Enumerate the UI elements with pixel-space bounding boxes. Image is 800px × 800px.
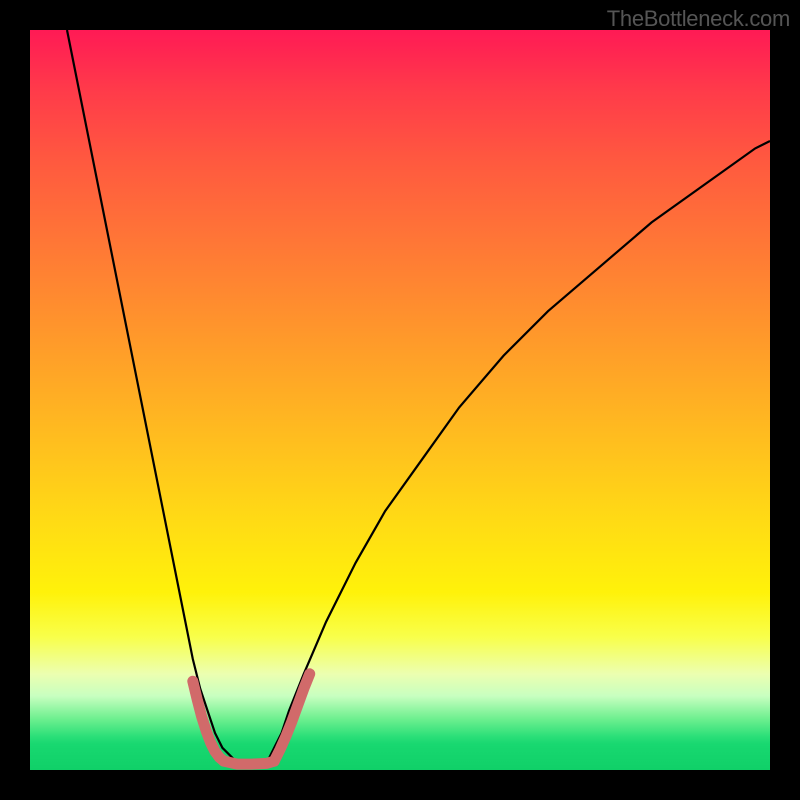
watermark-text: TheBottleneck.com — [607, 6, 790, 32]
chart-svg — [30, 30, 770, 770]
series-curve-right — [267, 141, 770, 763]
plot-area — [30, 30, 770, 770]
chart-frame: TheBottleneck.com — [0, 0, 800, 800]
series-marker-left — [193, 681, 224, 761]
series-marker-bottom — [224, 761, 274, 764]
series-curve-left — [67, 30, 237, 763]
series-marker-right — [274, 674, 310, 761]
